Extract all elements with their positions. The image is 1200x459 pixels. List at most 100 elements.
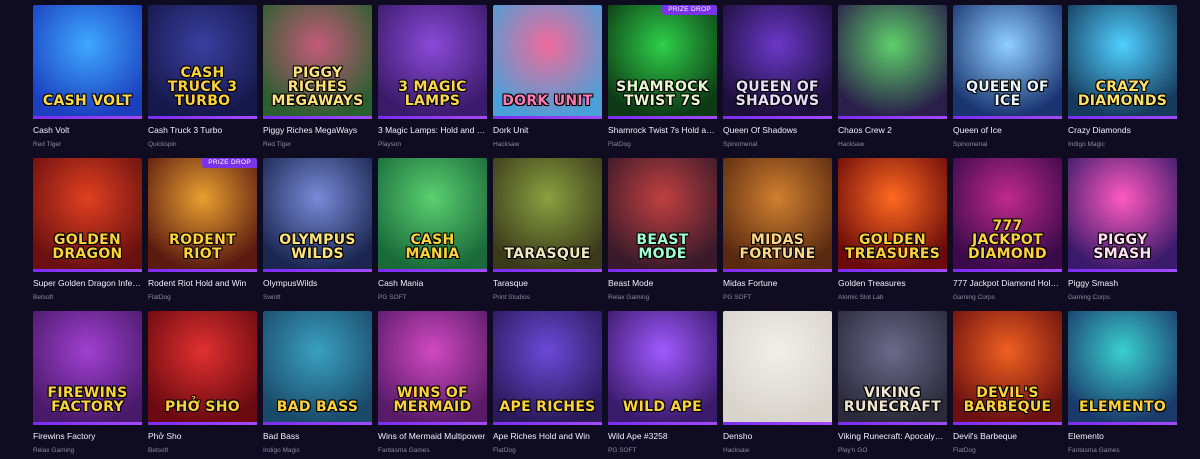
- game-title[interactable]: Dork Unit: [493, 125, 602, 138]
- game-tile[interactable]: Olympus Wilds OlympusWilds Swintt: [263, 158, 372, 306]
- game-tile[interactable]: Shamrock Twist 7s PRIZE DROP Shamrock Twis…: [608, 5, 717, 153]
- game-title[interactable]: Bad Bass: [263, 431, 372, 444]
- game-title[interactable]: Shamrock Twist 7s Hold and Win: [608, 125, 717, 138]
- game-tile[interactable]: Beast Mode Beast Mode Relax Gaming: [608, 158, 717, 306]
- game-tile[interactable]: Crazy Diamonds Crazy Diamonds Indigo Magic: [1068, 5, 1177, 153]
- game-tile[interactable]: 777 Jackpot Diamond 777 Jackpot Diamond H…: [953, 158, 1062, 306]
- game-title[interactable]: Cash Truck 3 Turbo: [148, 125, 257, 138]
- game-thumbnail[interactable]: Elemento: [1068, 311, 1177, 422]
- game-logo: Olympus Wilds: [279, 232, 356, 262]
- game-thumbnail[interactable]: Piggy Riches Megaways: [263, 5, 372, 116]
- game-thumbnail[interactable]: Tarasque: [493, 158, 602, 269]
- game-provider: Red Tiger: [33, 141, 62, 148]
- game-title[interactable]: Phở Sho: [148, 431, 257, 444]
- tile-accent-bar: [723, 422, 832, 425]
- game-title[interactable]: Cash Volt: [33, 125, 142, 138]
- game-thumbnail[interactable]: [723, 311, 832, 422]
- game-tile[interactable]: Midas Fortune Midas Fortune PG SOFT: [723, 158, 832, 306]
- game-title[interactable]: Densho: [723, 431, 832, 444]
- game-thumbnail[interactable]: Rodent Riot PRIZE DROP: [148, 158, 257, 269]
- game-title[interactable]: Viking Runecraft: Apocalypse: [838, 431, 947, 444]
- game-tile[interactable]: Piggy Smash Piggy Smash Gaming Corps: [1068, 158, 1177, 306]
- game-tile[interactable]: 3 Magic Lamps 3 Magic Lamps: Hold and Win…: [378, 5, 487, 153]
- game-thumbnail[interactable]: Devil's Barbeque: [953, 311, 1062, 422]
- game-tile[interactable]: Densho Hacksaw: [723, 311, 832, 459]
- game-thumbnail[interactable]: Queen of Shadows: [723, 5, 832, 116]
- tile-accent-bar: [378, 422, 487, 425]
- game-thumbnail[interactable]: Queen of Ice: [953, 5, 1062, 116]
- game-title[interactable]: Wild Ape #3258: [608, 431, 717, 444]
- game-tile[interactable]: Rodent Riot PRIZE DROP Rodent Riot Hold an…: [148, 158, 257, 306]
- game-tile[interactable]: Piggy Riches Megaways Piggy Riches MegaWa…: [263, 5, 372, 153]
- game-title[interactable]: Rodent Riot Hold and Win: [148, 278, 257, 291]
- game-title[interactable]: Elemento: [1068, 431, 1177, 444]
- game-thumbnail[interactable]: 777 Jackpot Diamond: [953, 158, 1062, 269]
- game-thumbnail[interactable]: Cash Mania: [378, 158, 487, 269]
- game-tile[interactable]: Wild Ape Wild Ape #3258 PG SOFT: [608, 311, 717, 459]
- game-title[interactable]: Wins of Mermaid Multipower: [378, 431, 487, 444]
- game-title[interactable]: Super Golden Dragon Inferno: [33, 278, 142, 291]
- game-thumbnail[interactable]: 3 Magic Lamps: [378, 5, 487, 116]
- game-title[interactable]: Crazy Diamonds: [1068, 125, 1177, 138]
- game-title[interactable]: Queen of Ice: [953, 125, 1062, 138]
- game-tile[interactable]: Queen of Ice Queen of Ice Spinomenal: [953, 5, 1062, 153]
- game-tile[interactable]: Cash Mania Cash Mania PG SOFT: [378, 158, 487, 306]
- game-tile[interactable]: Queen of Shadows Queen Of Shadows Spinomen…: [723, 5, 832, 153]
- game-thumbnail[interactable]: Firewins Factory: [33, 311, 142, 422]
- game-tile[interactable]: Cash Volt Cash Volt Red Tiger: [33, 5, 142, 153]
- game-thumbnail[interactable]: Cash Truck 3 Turbo: [148, 5, 257, 116]
- tile-accent-bar: [148, 269, 257, 272]
- game-thumbnail[interactable]: Golden Treasures: [838, 158, 947, 269]
- tile-accent-bar: [148, 116, 257, 119]
- game-title[interactable]: Cash Mania: [378, 278, 487, 291]
- game-title[interactable]: Midas Fortune: [723, 278, 832, 291]
- game-thumbnail[interactable]: Piggy Smash: [1068, 158, 1177, 269]
- game-tile[interactable]: Viking Runecraft Viking Runecraft: Apocal…: [838, 311, 947, 459]
- game-logo: Wild Ape: [622, 399, 703, 415]
- game-title[interactable]: Piggy Riches MegaWays: [263, 125, 372, 138]
- game-thumbnail[interactable]: Phở Sho: [148, 311, 257, 422]
- game-tile[interactable]: Firewins Factory Firewins Factory Relax Ga…: [33, 311, 142, 459]
- game-thumbnail[interactable]: Midas Fortune: [723, 158, 832, 269]
- game-title[interactable]: Beast Mode: [608, 278, 717, 291]
- game-title[interactable]: Queen Of Shadows: [723, 125, 832, 138]
- game-thumbnail[interactable]: Viking Runecraft: [838, 311, 947, 422]
- game-thumbnail[interactable]: Crazy Diamonds: [1068, 5, 1177, 116]
- game-tile[interactable]: Devil's Barbeque Devil's Barbeque FlatDog: [953, 311, 1062, 459]
- game-tile[interactable]: Golden Dragon Super Golden Dragon Inferno…: [33, 158, 142, 306]
- game-title[interactable]: Firewins Factory: [33, 431, 142, 444]
- game-tile[interactable]: Elemento Elemento Fantasma Games: [1068, 311, 1177, 459]
- game-title[interactable]: Chaos Crew 2: [838, 125, 947, 138]
- game-title[interactable]: 3 Magic Lamps: Hold and Win: [378, 125, 487, 138]
- game-thumbnail[interactable]: Wins of Mermaid: [378, 311, 487, 422]
- game-title[interactable]: 777 Jackpot Diamond Hold and Win: [953, 278, 1062, 291]
- game-thumbnail[interactable]: Beast Mode: [608, 158, 717, 269]
- game-tile[interactable]: Wins of Mermaid Wins of Mermaid Multipowe…: [378, 311, 487, 459]
- game-tile[interactable]: Phở Sho Phở Sho Betsoft: [148, 311, 257, 459]
- game-tile[interactable]: Chaos Crew 2 Hacksaw: [838, 5, 947, 153]
- game-thumbnail[interactable]: Ape Riches: [493, 311, 602, 422]
- game-provider: Relax Gaming: [33, 447, 75, 454]
- game-thumbnail[interactable]: Wild Ape: [608, 311, 717, 422]
- game-thumbnail[interactable]: Cash Volt: [33, 5, 142, 116]
- game-tile[interactable]: Bad Bass Bad Bass Indigo Magic: [263, 311, 372, 459]
- game-thumbnail[interactable]: Shamrock Twist 7s PRIZE DROP: [608, 5, 717, 116]
- game-tile[interactable]: Tarasque Tarasque Print Studios: [493, 158, 602, 306]
- game-tile[interactable]: Cash Truck 3 Turbo Cash Truck 3 Turbo Quic…: [148, 5, 257, 153]
- game-thumbnail[interactable]: Bad Bass: [263, 311, 372, 422]
- game-thumbnail[interactable]: Dork Unit: [493, 5, 602, 116]
- tile-accent-bar: [608, 422, 717, 425]
- game-title[interactable]: Tarasque: [493, 278, 602, 291]
- game-thumbnail[interactable]: Golden Dragon: [33, 158, 142, 269]
- game-thumbnail[interactable]: [838, 5, 947, 116]
- game-tile[interactable]: Golden Treasures Golden Treasures Atomic S…: [838, 158, 947, 306]
- game-tile[interactable]: Dork Unit Dork Unit Hacksaw: [493, 5, 602, 153]
- game-thumbnail[interactable]: Olympus Wilds: [263, 158, 372, 269]
- game-tile[interactable]: Ape Riches Ape Riches Hold and Win FlatDog: [493, 311, 602, 459]
- game-title[interactable]: Devil's Barbeque: [953, 431, 1062, 444]
- game-title[interactable]: Ape Riches Hold and Win: [493, 431, 602, 444]
- game-title[interactable]: Piggy Smash: [1068, 278, 1177, 291]
- game-provider: Hacksaw: [838, 141, 865, 148]
- game-title[interactable]: Golden Treasures: [838, 278, 947, 291]
- game-title[interactable]: OlympusWilds: [263, 278, 372, 291]
